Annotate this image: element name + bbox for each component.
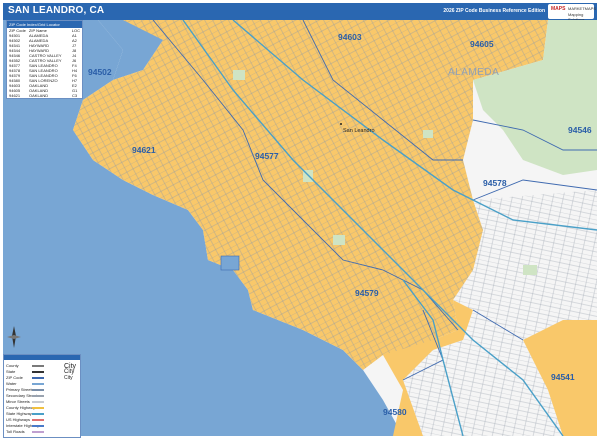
map-key-swatch (32, 419, 44, 421)
zip-label-94577: 94577 (255, 151, 279, 161)
map-key-label: State (6, 369, 16, 374)
park-4 (523, 265, 537, 275)
map-key-label: Toll Roads (6, 429, 25, 434)
map-key-swatch (32, 431, 44, 433)
marina (220, 255, 240, 271)
zip-label-94603: 94603 (338, 32, 362, 42)
publisher-logo: MAPS MARKETMAPS Mapping Solutions (548, 4, 597, 22)
zip-label-94580: 94580 (383, 407, 407, 417)
map-key-legend: County State ZIP Code Water Primary Streets S… (3, 354, 81, 438)
zip-index-rows: 94501 ALAMEDA A1 94502 ALAMEDA A2 94541 HAYWARD… (7, 33, 82, 98)
zip-label-94578: 94578 (483, 178, 507, 188)
map-key-label: Primary Streets (6, 387, 34, 392)
map-key-swatch (32, 377, 44, 379)
map-key-swatch (32, 383, 44, 385)
map-key-city-sample: City (64, 375, 73, 381)
park-1 (233, 70, 245, 80)
zip-index-title: ZIP Code Index/Grid Locator (7, 21, 82, 28)
map-key-title-bar (4, 355, 80, 360)
map-canvas[interactable]: 94603 94605 94502 94546 94621 94577 9457… (3, 20, 597, 436)
map-frame: SAN LEANDRO, CA 2026 ZIP Code Business R… (0, 0, 600, 439)
map-key-swatch (32, 395, 44, 397)
map-key-swatch (32, 401, 44, 403)
map-key-label: State Highways (6, 411, 34, 416)
zip-label-94621: 94621 (132, 145, 156, 155)
zip-index-row: 94621 OAKLAND C3 (7, 93, 82, 98)
map-key-label: US Highways (6, 417, 31, 422)
map-key-label: Water (6, 381, 17, 386)
zip-label-94502: 94502 (88, 67, 112, 77)
zip-name-cell: OAKLAND (29, 93, 49, 98)
map-key-swatch (32, 413, 44, 415)
zip-index-legend: ZIP Code Index/Grid Locator ZIP Code ZIP… (6, 20, 83, 99)
logo-line-1: MARKETMAPS (568, 6, 597, 11)
zip-code-cell: 94621 (9, 93, 21, 98)
zip-loc-cell: C3 (72, 93, 78, 98)
map-key-label: Minor Streets (6, 399, 30, 404)
map-key-swatch (32, 389, 44, 391)
city-label-san-leandro: San Leandro (343, 128, 375, 134)
map-key-swatch (32, 407, 44, 409)
map-key-swatch (32, 425, 44, 427)
compass-icon (7, 326, 21, 348)
map-header: SAN LEANDRO, CA 2026 ZIP Code Business R… (3, 3, 597, 22)
zip-label-94546: 94546 (568, 125, 592, 135)
zip-label-94605: 94605 (470, 39, 494, 49)
city-dot (340, 123, 342, 125)
map-key-swatch (32, 365, 44, 367)
area-label-alameda: ALAMEDA (448, 67, 499, 78)
logo-brand: MAPS (551, 6, 566, 12)
zip-label-94579: 94579 (355, 288, 379, 298)
zip-label-94541: 94541 (551, 372, 575, 382)
park-5 (423, 130, 433, 138)
map-svg: 94603 94605 94502 94546 94621 94577 9457… (3, 20, 597, 436)
map-key-swatch (32, 371, 44, 373)
map-key-label: County (6, 363, 19, 368)
map-key-label: ZIP Code (6, 375, 23, 380)
edition-label: 2026 ZIP Code Business Reference Edition (443, 8, 545, 14)
map-title: SAN LEANDRO, CA (8, 5, 105, 16)
park-3 (333, 235, 345, 245)
